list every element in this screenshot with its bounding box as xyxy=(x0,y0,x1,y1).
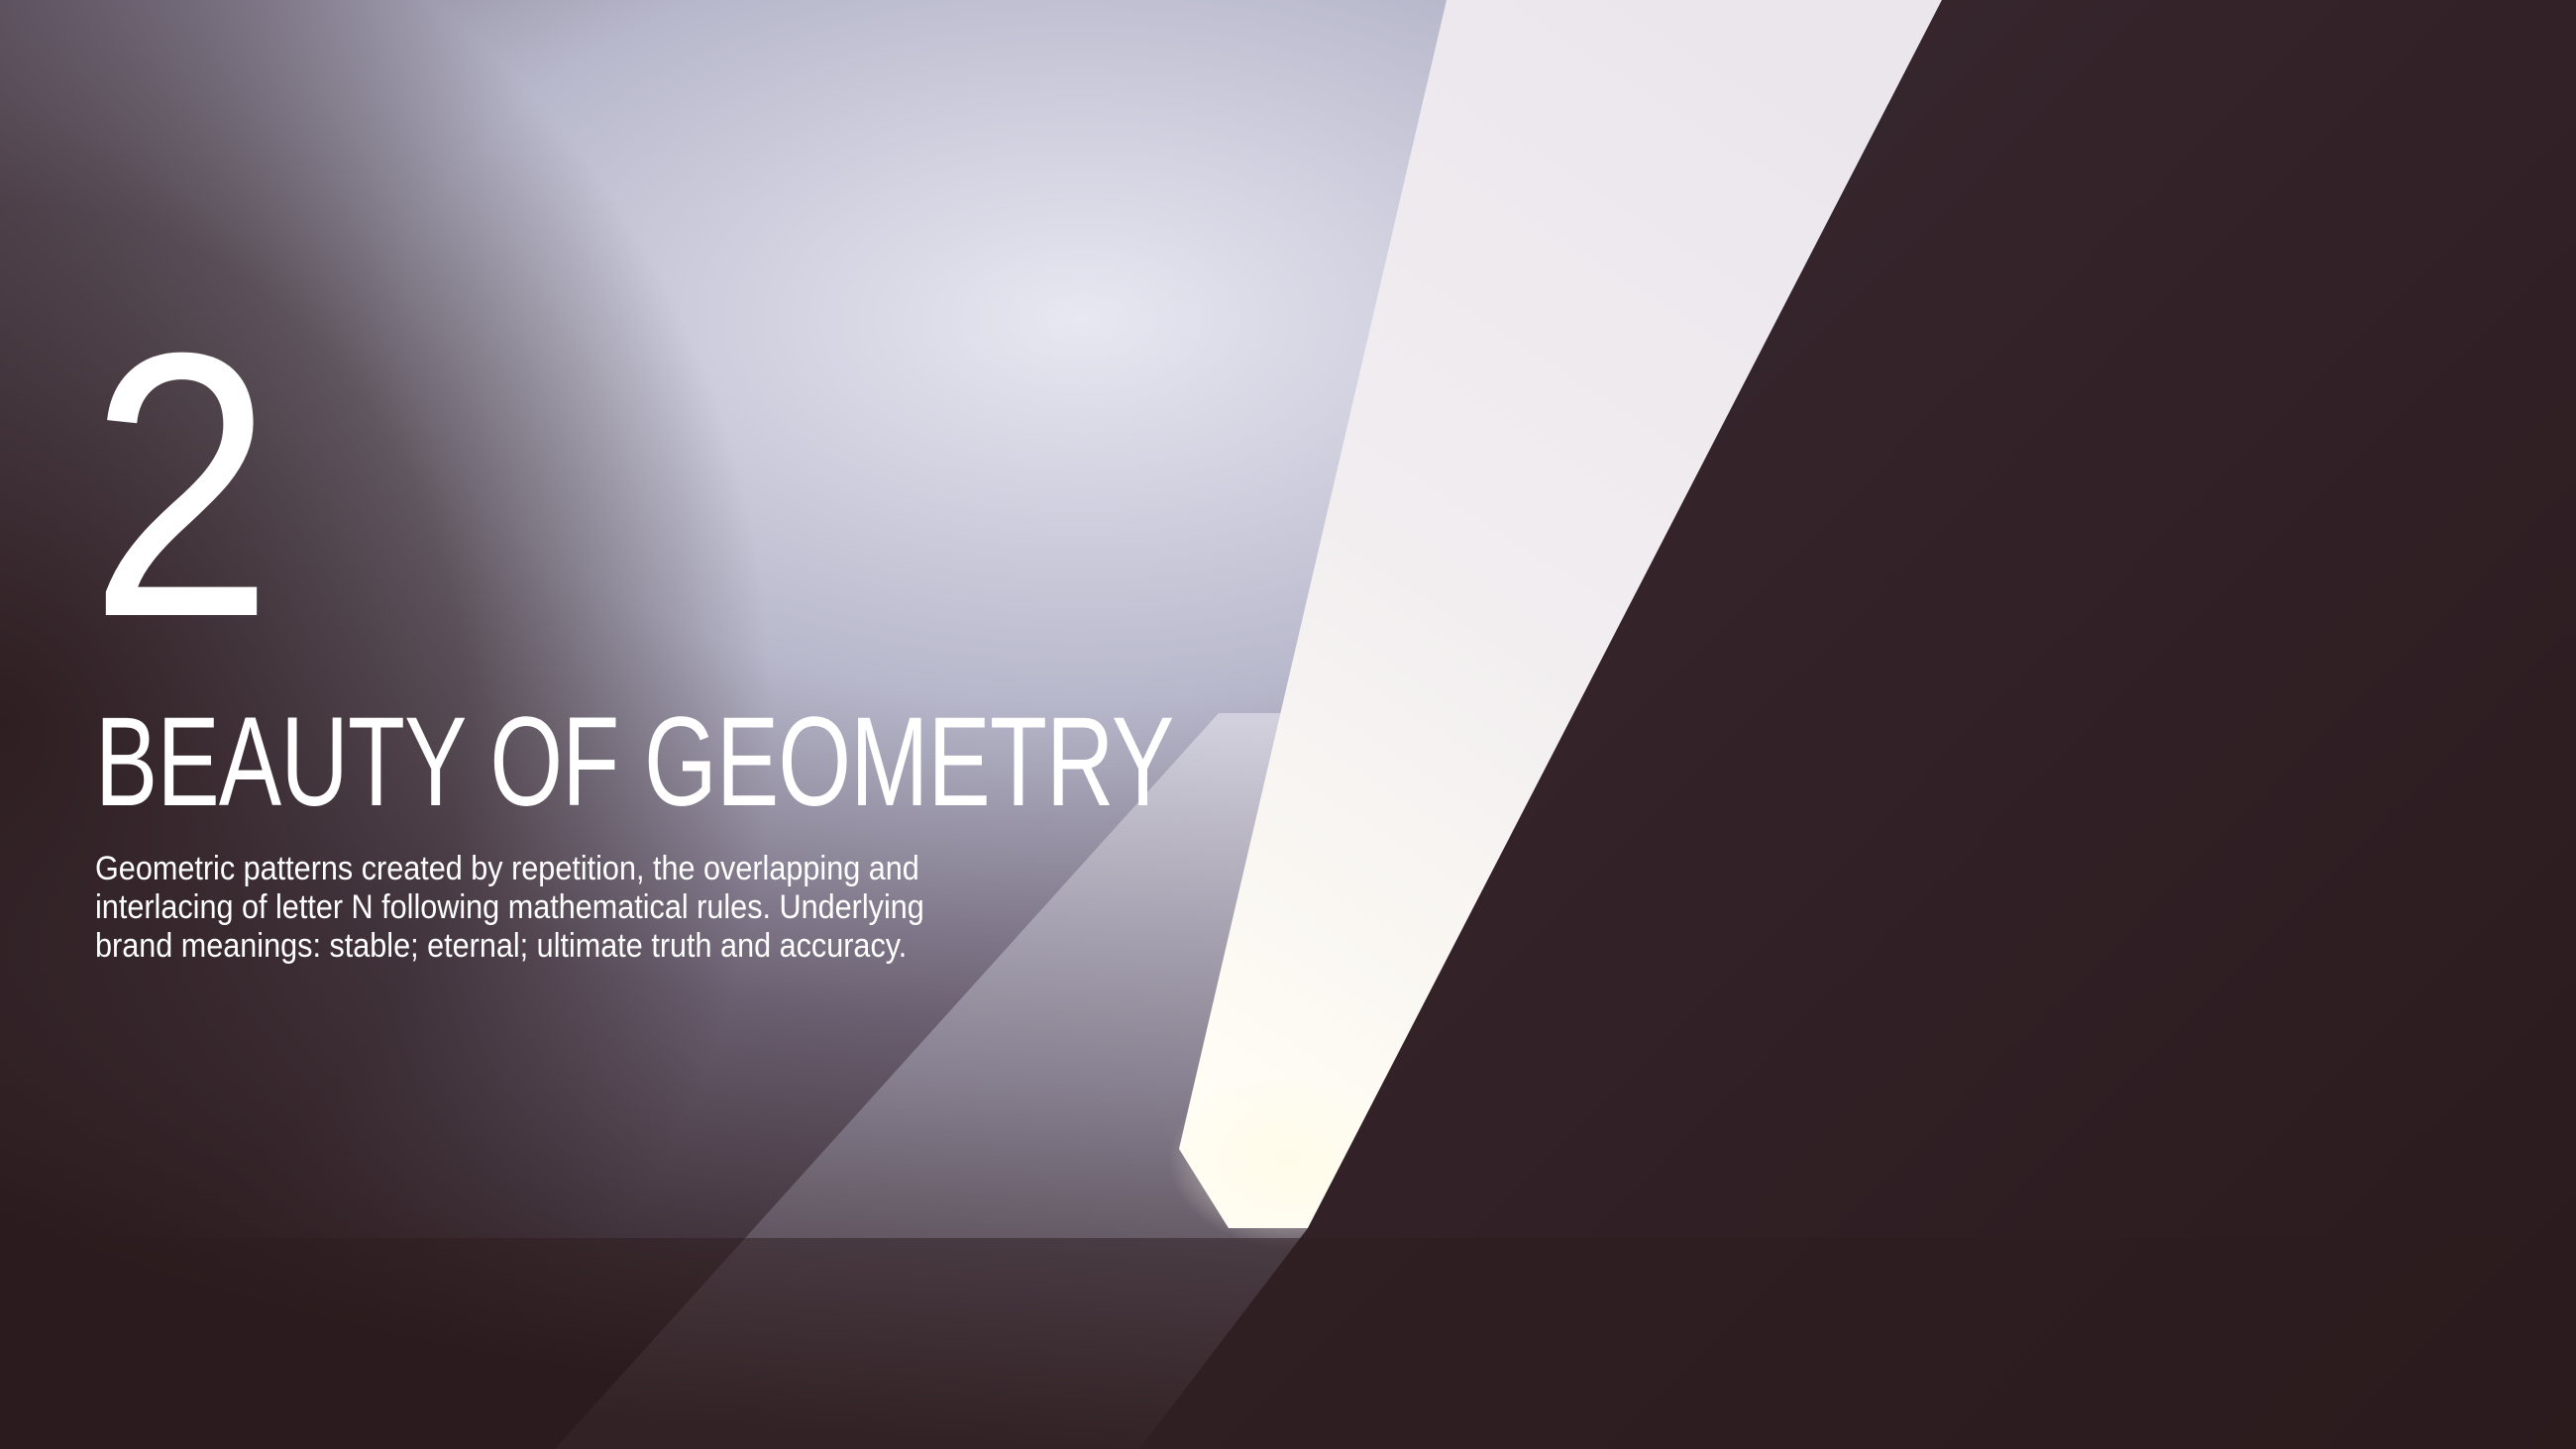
slide-description: Geometric patterns created by repetition… xyxy=(95,850,924,965)
slide-number: 2 xyxy=(89,274,273,695)
slide-title: BEAUTY OF GEOMETRY xyxy=(95,691,1174,833)
slide: 2 BEAUTY OF GEOMETRY Geometric patterns … xyxy=(0,0,2576,1449)
